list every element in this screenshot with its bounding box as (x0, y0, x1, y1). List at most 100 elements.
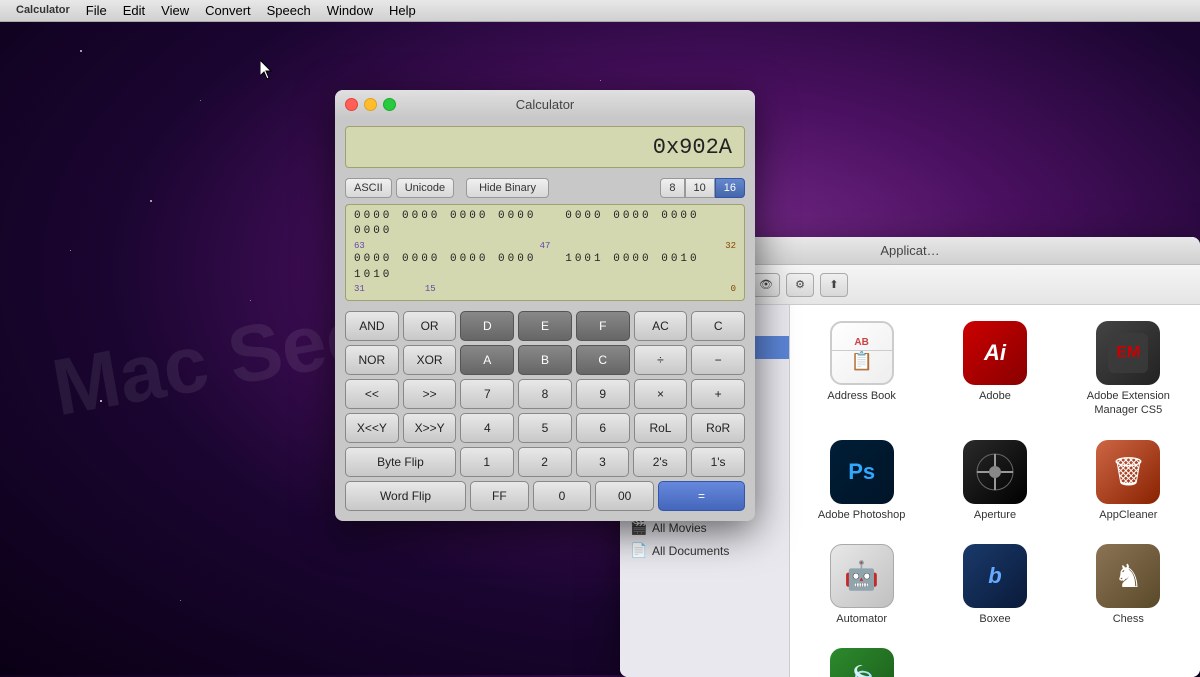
close-button[interactable] (345, 98, 358, 111)
button-row-4: X<<Y X>>Y 4 5 6 RoL RoR (345, 413, 745, 443)
calculator-titlebar: Calculator (335, 90, 755, 118)
ext-mgr-label: Adobe Extension Manager CS5 (1073, 389, 1184, 418)
f-button[interactable]: F (576, 311, 630, 341)
app-appcleaner[interactable]: 🗑 AppCleaner (1067, 434, 1190, 528)
and-button[interactable]: AND (345, 311, 399, 341)
traffic-lights (345, 98, 396, 111)
shift-left-button[interactable]: << (345, 379, 399, 409)
pos-15: 15 (425, 283, 436, 296)
all-documents-icon: 📄 (630, 542, 646, 559)
pos-31: 31 (354, 283, 365, 296)
app-adobe[interactable]: Ai Adobe (933, 315, 1056, 424)
base-10-button[interactable]: 10 (685, 178, 715, 198)
b-button[interactable]: B (518, 345, 572, 375)
app-coda[interactable]: 🍃 Coda (800, 642, 923, 677)
aperture-icon (963, 440, 1027, 504)
menubar-speech[interactable]: Speech (259, 0, 319, 21)
five-button[interactable]: 5 (518, 413, 572, 443)
calculator-window: Calculator 0x902A ASCII Unicode Hide Bin… (335, 90, 755, 521)
menubar-view[interactable]: View (153, 0, 197, 21)
unicode-button[interactable]: Unicode (396, 178, 454, 198)
boxee-icon: b (963, 544, 1027, 608)
ror-button[interactable]: RoR (691, 413, 745, 443)
button-row-5: Byte Flip 1 2 3 2's 1's (345, 447, 745, 477)
a-button[interactable]: A (460, 345, 514, 375)
maximize-button[interactable] (383, 98, 396, 111)
ff-button[interactable]: FF (470, 481, 529, 511)
one-button[interactable]: 1 (460, 447, 514, 477)
divide-button[interactable]: ÷ (634, 345, 688, 375)
six-button[interactable]: 6 (576, 413, 630, 443)
ac-button[interactable]: AC (634, 311, 688, 341)
menubar-help[interactable]: Help (381, 0, 424, 21)
preview-button[interactable]: 👁 (752, 273, 780, 297)
equals-button[interactable]: = (658, 481, 745, 511)
double-zero-button[interactable]: 00 (595, 481, 654, 511)
menubar-convert[interactable]: Convert (197, 0, 259, 21)
app-aperture[interactable]: Aperture (933, 434, 1056, 528)
pos-32: 32 (725, 240, 736, 253)
xrshifty-button[interactable]: X>>Y (403, 413, 457, 443)
action-button[interactable]: ⚙ (786, 273, 814, 297)
menubar-app-name[interactable]: Calculator (8, 0, 78, 21)
byte-flip-button[interactable]: Byte Flip (345, 447, 456, 477)
app-address-book[interactable]: AB 📋 Address Book (800, 315, 923, 424)
address-book-label: Address Book (827, 389, 895, 403)
word-flip-button[interactable]: Word Flip (345, 481, 466, 511)
appcleaner-icon: 🗑 (1096, 440, 1160, 504)
nine-button[interactable]: 9 (576, 379, 630, 409)
share-button[interactable]: ⬆ (820, 273, 848, 297)
menubar-file[interactable]: File (78, 0, 115, 21)
calculator-buttons: AND OR D E F AC C NOR XOR A B C ÷ − << >… (335, 307, 755, 521)
ascii-button[interactable]: ASCII (345, 178, 392, 198)
boxee-label: Boxee (979, 612, 1010, 626)
hide-binary-button[interactable]: Hide Binary (466, 178, 549, 198)
xor-button[interactable]: XOR (403, 345, 457, 375)
app-boxee[interactable]: b Boxee (933, 538, 1056, 632)
d-button[interactable]: D (460, 311, 514, 341)
seven-button[interactable]: 7 (460, 379, 514, 409)
mouse-cursor (260, 60, 276, 80)
mode-row: ASCII Unicode Hide Binary 8 10 16 (335, 174, 755, 202)
menubar-window[interactable]: Window (319, 0, 381, 21)
coda-icon: 🍃 (830, 648, 894, 677)
zero-button[interactable]: 0 (533, 481, 592, 511)
app-adobe-ext-mgr[interactable]: EM Adobe Extension Manager CS5 (1067, 315, 1190, 424)
ext-mgr-icon: EM (1096, 321, 1160, 385)
two-button[interactable]: 2 (518, 447, 572, 477)
ones-complement-button[interactable]: 1's (691, 447, 745, 477)
chess-icon: ♞ (1096, 544, 1160, 608)
three-button[interactable]: 3 (576, 447, 630, 477)
nor-button[interactable]: NOR (345, 345, 399, 375)
display-value: 0x902A (653, 135, 732, 160)
menubar: Calculator File Edit View Convert Speech… (0, 0, 1200, 22)
calculator-title: Calculator (516, 97, 575, 112)
finder-content: AB 📋 Address Book Ai Adobe EM Adobe Exte… (790, 305, 1200, 677)
shift-right-button[interactable]: >> (403, 379, 457, 409)
or-button[interactable]: OR (403, 311, 457, 341)
binary-positions-upper: 63 47 32 (354, 240, 736, 253)
eight-button[interactable]: 8 (518, 379, 572, 409)
base-16-button[interactable]: 16 (715, 178, 745, 198)
button-row-2: NOR XOR A B C ÷ − (345, 345, 745, 375)
pos-63: 63 (354, 240, 365, 253)
multiply-button[interactable]: × (634, 379, 688, 409)
finder-title: Applicat… (880, 243, 939, 258)
sidebar-search-all-documents[interactable]: 📄 All Documents (620, 539, 789, 562)
menubar-edit[interactable]: Edit (115, 0, 153, 21)
base-8-button[interactable]: 8 (660, 178, 684, 198)
plus-button[interactable]: + (691, 379, 745, 409)
xlshifty-button[interactable]: X<<Y (345, 413, 399, 443)
automator-icon: 🤖 (830, 544, 894, 608)
c-hex-button[interactable]: C (576, 345, 630, 375)
minus-button[interactable]: − (691, 345, 745, 375)
e-button[interactable]: E (518, 311, 572, 341)
four-button[interactable]: 4 (460, 413, 514, 443)
app-automator[interactable]: 🤖 Automator (800, 538, 923, 632)
rol-button[interactable]: RoL (634, 413, 688, 443)
c-button[interactable]: C (691, 311, 745, 341)
app-photoshop[interactable]: Ps Adobe Photoshop (800, 434, 923, 528)
minimize-button[interactable] (364, 98, 377, 111)
app-chess[interactable]: ♞ Chess (1067, 538, 1190, 632)
twos-complement-button[interactable]: 2's (633, 447, 687, 477)
